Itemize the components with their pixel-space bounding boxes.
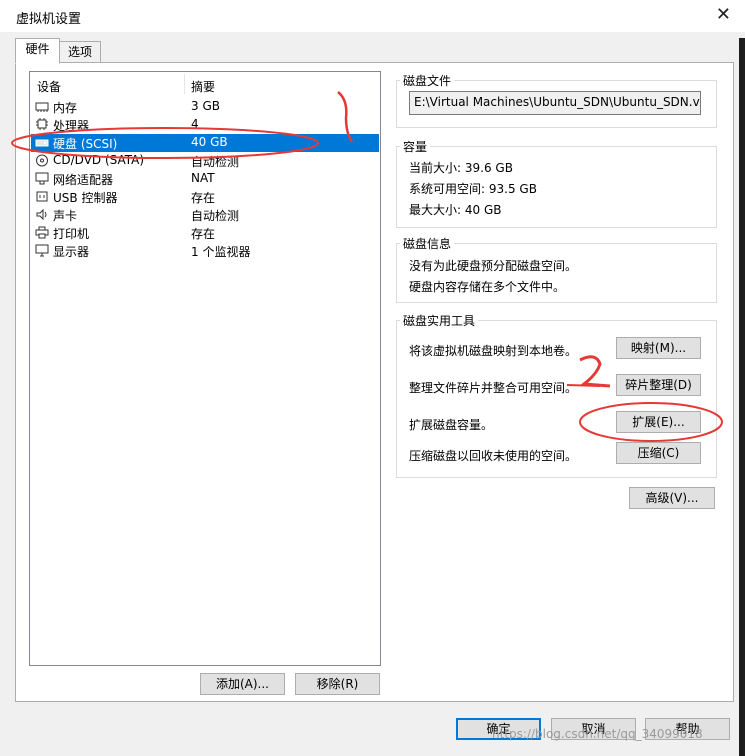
device-row-display[interactable]: 显示器 1 个监视器 bbox=[31, 242, 379, 260]
device-name: 处理器 bbox=[53, 119, 90, 133]
device-name: 硬盘 (SCSI) bbox=[53, 137, 118, 151]
device-row-printer[interactable]: 打印机 存在 bbox=[31, 224, 379, 242]
available-space-text: 系统可用空间: 93.5 GB bbox=[409, 182, 537, 196]
defragment-description: 整理文件碎片并整合可用空间。 bbox=[409, 381, 578, 395]
display-icon bbox=[35, 244, 49, 257]
tab-options[interactable]: 选项 bbox=[59, 41, 101, 64]
device-summary: 1 个监视器 bbox=[191, 245, 251, 259]
current-size-text: 当前大小: 39.6 GB bbox=[409, 161, 513, 175]
device-summary: NAT bbox=[191, 171, 215, 185]
disk-file-title: 磁盘文件 bbox=[400, 72, 455, 89]
device-name: USB 控制器 bbox=[53, 191, 118, 205]
disk-info-line-2: 硬盘内容存储在多个文件中。 bbox=[409, 280, 566, 294]
device-name: 内存 bbox=[53, 101, 78, 115]
map-button[interactable]: 映射(M)... bbox=[616, 337, 701, 359]
device-summary: 存在 bbox=[191, 227, 216, 241]
device-summary: 4 bbox=[191, 117, 199, 131]
close-icon[interactable]: ✕ bbox=[716, 4, 731, 25]
device-list[interactable]: 设备 摘要 内存 3 GB 处理器 4 硬盘 (SCSI) 40 GB CD/D… bbox=[29, 71, 381, 666]
memory-icon bbox=[35, 102, 49, 112]
device-row-sound-card[interactable]: 声卡 自动检测 bbox=[31, 206, 379, 224]
max-size-text: 最大大小: 40 GB bbox=[409, 203, 502, 217]
printer-icon bbox=[35, 226, 49, 239]
usb-icon bbox=[36, 191, 48, 202]
advanced-button[interactable]: 高级(V)... bbox=[629, 487, 715, 509]
device-name: CD/DVD (SATA) bbox=[53, 153, 145, 167]
device-row-memory[interactable]: 内存 3 GB bbox=[31, 98, 379, 116]
device-summary: 40 GB bbox=[191, 135, 228, 149]
device-row-processor[interactable]: 处理器 4 bbox=[31, 116, 379, 134]
map-description: 将该虚拟机磁盘映射到本地卷。 bbox=[409, 344, 578, 358]
device-row-cd-dvd[interactable]: CD/DVD (SATA) 自动检测 bbox=[31, 152, 379, 170]
device-summary: 3 GB bbox=[191, 99, 220, 113]
title-bar: 虚拟机设置 ✕ bbox=[0, 0, 745, 32]
compact-description: 压缩磁盘以回收未使用的空间。 bbox=[409, 449, 578, 463]
window-title: 虚拟机设置 bbox=[16, 12, 82, 27]
column-divider bbox=[184, 74, 185, 94]
expand-description: 扩展磁盘容量。 bbox=[409, 418, 494, 432]
device-name: 打印机 bbox=[53, 227, 90, 241]
defragment-button[interactable]: 碎片整理(D) bbox=[616, 374, 701, 396]
cd-dvd-icon bbox=[36, 154, 48, 167]
disk-file-path-input[interactable] bbox=[410, 92, 704, 112]
tab-hardware[interactable]: 硬件 bbox=[15, 38, 60, 64]
hard-disk-icon bbox=[35, 139, 49, 147]
disk-file-path-field[interactable] bbox=[409, 91, 704, 115]
compact-button[interactable]: 压缩(C) bbox=[616, 442, 701, 464]
remove-device-button[interactable]: 移除(R) bbox=[295, 673, 380, 695]
expand-button[interactable]: 扩展(E)... bbox=[616, 411, 701, 433]
device-name: 声卡 bbox=[53, 209, 78, 223]
processor-icon bbox=[36, 118, 48, 130]
device-row-usb-controller[interactable]: USB 控制器 存在 bbox=[31, 188, 379, 206]
device-summary: 自动检测 bbox=[191, 209, 240, 223]
device-name: 显示器 bbox=[53, 245, 90, 259]
capacity-title: 容量 bbox=[400, 138, 431, 155]
network-adapter-icon bbox=[35, 172, 49, 185]
background-edge bbox=[739, 38, 745, 756]
device-summary: 自动检测 bbox=[191, 155, 240, 169]
disk-info-title: 磁盘信息 bbox=[400, 235, 455, 252]
add-device-button[interactable]: 添加(A)... bbox=[200, 673, 285, 695]
device-row-hard-disk[interactable]: 硬盘 (SCSI) 40 GB bbox=[31, 134, 379, 152]
device-name: 网络适配器 bbox=[53, 173, 114, 187]
disk-info-line-1: 没有为此硬盘预分配磁盘空间。 bbox=[409, 259, 578, 273]
watermark-text: https://blog.csdn.net/qq_34099018 bbox=[492, 727, 703, 741]
device-summary: 存在 bbox=[191, 191, 216, 205]
sound-card-icon bbox=[36, 208, 47, 221]
column-header-summary[interactable]: 摘要 bbox=[191, 78, 215, 95]
column-header-device[interactable]: 设备 bbox=[37, 78, 61, 95]
disk-utilities-title: 磁盘实用工具 bbox=[400, 312, 479, 329]
device-row-network-adapter[interactable]: 网络适配器 NAT bbox=[31, 170, 379, 188]
